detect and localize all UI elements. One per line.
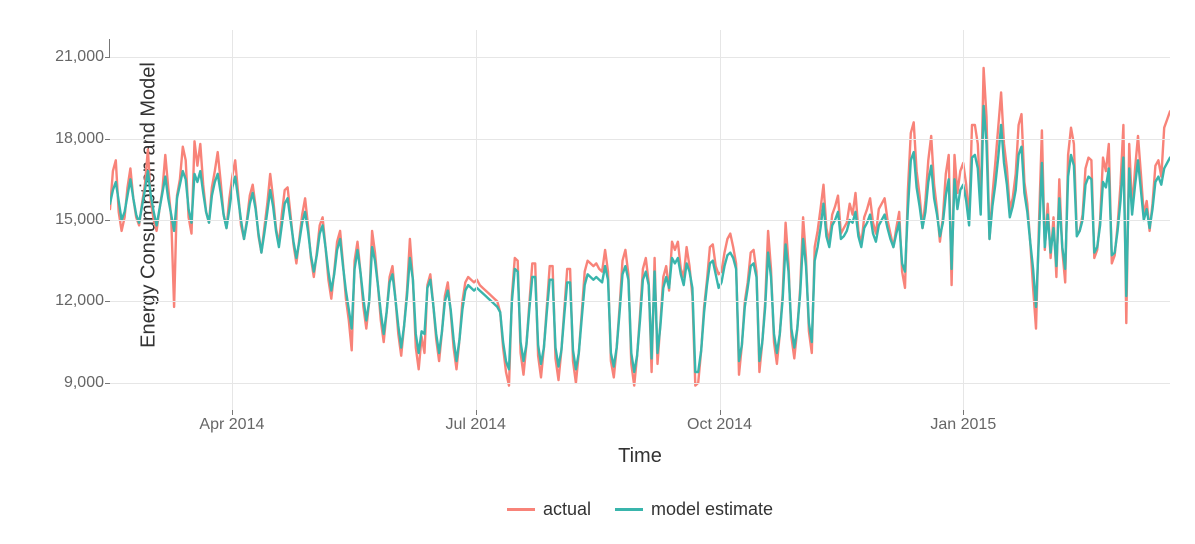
y-tick-mark [105,139,110,140]
x-tick-label: Apr 2014 [199,416,264,434]
legend-item-actual: actual [507,499,591,520]
chart-container: Energy Consumption and Model 9,00012,000… [0,0,1195,544]
series-model-estimate [110,106,1170,372]
legend-item-model-estimate: model estimate [615,499,773,520]
y-tick-label: 9,000 [64,374,104,392]
legend: actual model estimate [110,495,1170,520]
x-axis-label: Time [110,445,1170,468]
y-tick-mark [105,301,110,302]
gridline-h [110,383,1170,384]
legend-swatch [507,508,535,511]
x-tick-label: Jul 2014 [445,416,506,434]
x-tick-mark [232,410,233,415]
x-tick-label: Jan 2015 [930,416,996,434]
y-tick-mark [105,383,110,384]
gridline-h [110,139,1170,140]
y-tick-label: 21,000 [55,48,104,66]
legend-label: model estimate [651,499,773,520]
gridline-v [720,30,721,410]
y-tick-mark [105,57,110,58]
plot-area: 9,00012,00015,00018,00021,000Apr 2014Jul… [110,30,1170,410]
gridline-h [110,220,1170,221]
x-tick-mark [720,410,721,415]
y-axis-segment [109,39,110,57]
y-tick-mark [105,220,110,221]
x-tick-label: Oct 2014 [687,416,752,434]
legend-label: actual [543,499,591,520]
y-tick-label: 15,000 [55,211,104,229]
gridline-h [110,57,1170,58]
y-tick-label: 18,000 [55,130,104,148]
gridline-v [963,30,964,410]
gridline-v [232,30,233,410]
x-tick-mark [476,410,477,415]
legend-swatch [615,508,643,511]
y-tick-label: 12,000 [55,292,104,310]
series-actual [110,68,1170,386]
gridline-v [476,30,477,410]
x-tick-mark [963,410,964,415]
gridline-h [110,301,1170,302]
